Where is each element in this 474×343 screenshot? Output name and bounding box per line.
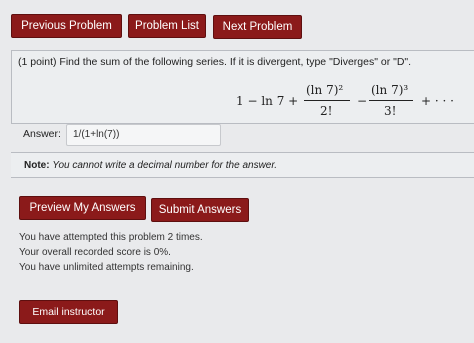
note-text: Note: You cannot write a decimal number … — [24, 160, 277, 171]
series-term3-fraction-bar — [369, 100, 413, 101]
note-label: Note: — [24, 160, 50, 171]
series-term2-numerator: (ln 7)² — [306, 83, 344, 97]
answer-input[interactable]: 1/(1+ln(7)) — [66, 124, 221, 146]
problem-statement: (1 point) Find the sum of the following … — [18, 56, 412, 68]
answer-label: Answer: — [23, 128, 61, 140]
next-problem-button[interactable]: Next Problem — [213, 15, 302, 39]
previous-problem-button[interactable]: Previous Problem — [11, 14, 122, 38]
preview-answers-button[interactable]: Preview My Answers — [19, 196, 146, 220]
problem-list-button[interactable]: Problem List — [128, 14, 206, 38]
series-lead: 1 − ln 7 + — [236, 94, 299, 108]
series-term3-numerator: (ln 7)³ — [371, 83, 409, 97]
note-message: You cannot write a decimal number for th… — [52, 160, 278, 171]
attempt-status: You have attempted this problem 2 times.… — [19, 230, 203, 275]
series-tail: + · · · — [421, 94, 454, 108]
series-minus: − — [357, 94, 368, 108]
email-instructor-button[interactable]: Email instructor — [19, 300, 118, 324]
score-text: Your overall recorded score is 0%. — [19, 247, 171, 258]
attempts-count-text: You have attempted this problem 2 times. — [19, 232, 203, 243]
remaining-attempts-text: You have unlimited attempts remaining. — [19, 262, 194, 273]
series-term2-denominator: 2! — [320, 104, 333, 118]
series-term3-denominator: 3! — [384, 104, 397, 118]
series-term2-fraction-bar — [304, 100, 350, 101]
submit-answers-button[interactable]: Submit Answers — [151, 198, 249, 222]
